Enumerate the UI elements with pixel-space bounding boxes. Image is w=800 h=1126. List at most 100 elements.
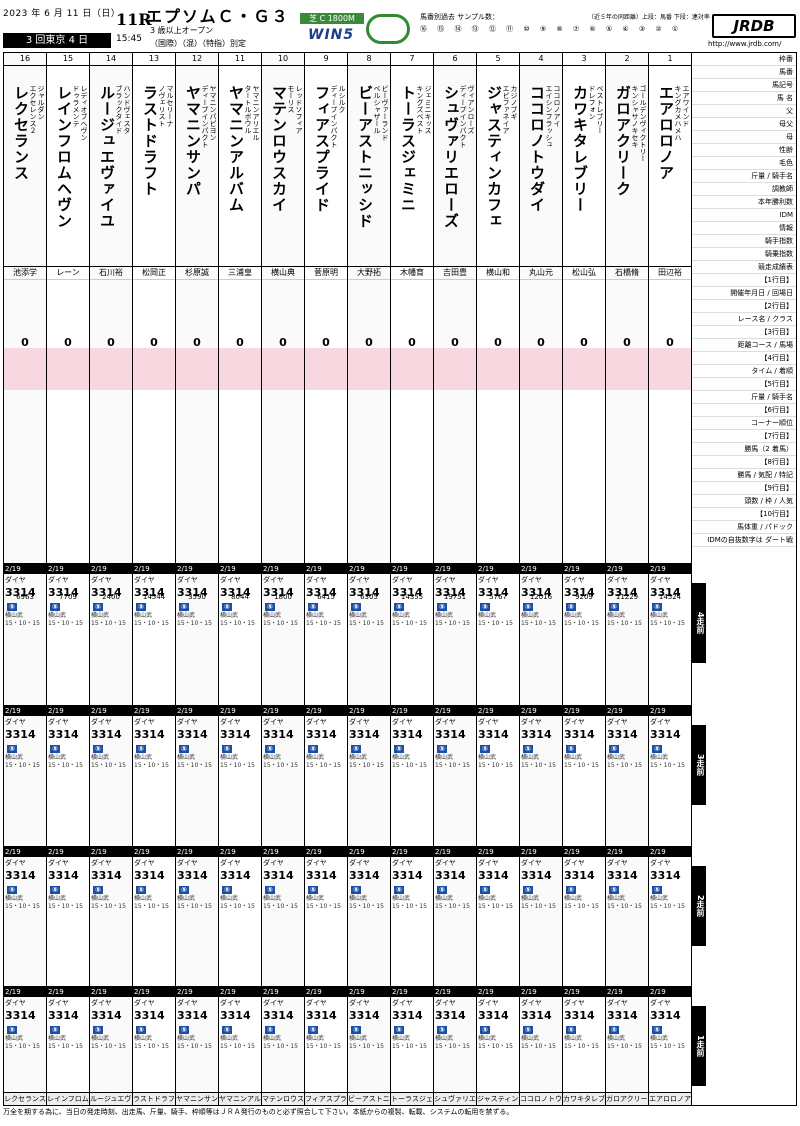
jrdb-url: http://www.jrdb.com/	[708, 40, 782, 48]
past-race-jockey: 横山武	[650, 895, 669, 902]
past-race-note: 15・10・15	[263, 620, 298, 627]
past-race-time: 3314⑤	[91, 869, 122, 894]
info-band	[219, 348, 261, 390]
past-race-time: 3314⑤	[564, 1009, 595, 1034]
legend-label: 開催年月日 / 回場日	[692, 287, 796, 300]
past-race-time: 3314⑤	[349, 869, 380, 894]
past-race-time: 3314⑤	[650, 586, 681, 611]
past-race-date: 2/19	[90, 706, 132, 716]
past-race-name: ダイヤ	[392, 576, 413, 584]
past-race-name: ダイヤ	[5, 718, 26, 726]
legend-label: 騎手指数	[692, 235, 796, 248]
past-race-note: 15・10・15	[220, 903, 255, 910]
past-race-jockey: 横山武	[48, 895, 67, 902]
past-race-time: 3314⑤	[5, 586, 36, 611]
past-race-note: 15・10・15	[48, 762, 83, 769]
horse-number: 14	[90, 53, 132, 66]
past-race-note: 15・10・15	[349, 762, 384, 769]
past-race-date: 2/19	[391, 847, 433, 857]
past-race-name: ダイヤ	[220, 576, 241, 584]
past-race-name: ダイヤ	[650, 718, 671, 726]
jockey-name: 池添学	[4, 266, 46, 280]
past-race-jockey: 横山武	[392, 1035, 411, 1042]
past-race-note: 15・10・15	[650, 620, 685, 627]
past-race-name: ダイヤ	[607, 859, 628, 867]
past-race-block: 2/19 ダイヤ 3314⑤ 横山武 15・10・15	[219, 986, 261, 1126]
past-race-name: ダイヤ	[650, 576, 671, 584]
bottom-horse-name: ジャスティンカフェ	[477, 1092, 519, 1105]
legend-label: 距離コース / 馬場	[692, 339, 796, 352]
past-race-note: 15・10・15	[392, 903, 427, 910]
past-race-date: 2/19	[606, 706, 648, 716]
horse-number: 2	[606, 53, 648, 66]
past-race-jockey: 横山武	[91, 612, 110, 619]
past-race-name: ダイヤ	[650, 999, 671, 1007]
past-race-block: 2/19 ダイヤ 3314⑤ 横山武 15・10・15	[391, 986, 433, 1126]
past-race-jockey: 横山武	[134, 612, 153, 619]
past-race-block: 2/19 ダイヤ 3314⑤ 横山武 15・10・15	[563, 563, 605, 703]
past-race-date: 2/19	[262, 847, 304, 857]
jockey-name: 横山典	[262, 266, 304, 280]
horse-column: 14 ルージュエヴァイユ ブラックタイド ハンドヴェスタ 石川裕 0 2400 …	[90, 53, 133, 1105]
past-race-block: 2/19 ダイヤ 3314⑤ 横山武 15・10・15	[133, 705, 175, 845]
past-race-block: 2/19 ダイヤ 3314⑤ 横山武 15・10・15	[563, 705, 605, 845]
past-race-time: 3314⑤	[134, 1009, 165, 1034]
past-race-block: 2/19 ダイヤ 3314⑤ 横山武 15・10・15	[4, 705, 46, 845]
past-race-note: 15・10・15	[349, 620, 384, 627]
past-race-time: 3314⑤	[134, 586, 165, 611]
horse-number: 15	[47, 53, 89, 66]
past-race-block: 2/19 ダイヤ 3314⑤ 横山武 15・10・15	[305, 986, 347, 1126]
past-race-note: 15・10・15	[5, 1043, 40, 1050]
finish-badge: ⑤	[523, 1026, 533, 1034]
past-race-block: 2/19 ダイヤ 3314⑤ 横山武 15・10・15	[606, 986, 648, 1126]
past-race-jockey: 横山武	[134, 895, 153, 902]
past-race-date: 2/19	[47, 564, 89, 574]
past-race-date: 2/19	[305, 847, 347, 857]
past-race-note: 15・10・15	[392, 1043, 427, 1050]
past-race-jockey: 横山武	[564, 612, 583, 619]
horse-column: 15 レインフロムヘヴン ドゥラメンテ レディオブヘヴン レーン 0 7709 …	[47, 53, 90, 1105]
past-race-jockey: 横山武	[48, 754, 67, 761]
legend-label: 【8行目】	[692, 456, 796, 469]
past-race-name: ダイヤ	[134, 859, 155, 867]
past-race-block: 2/19 ダイヤ 3314⑤ 横山武 15・10・15	[434, 563, 476, 703]
past-race-date: 2/19	[649, 847, 691, 857]
past-race-date: 2/19	[477, 706, 519, 716]
dam-name: レッドソフィア	[295, 85, 303, 134]
finish-badge: ⑤	[308, 745, 318, 753]
past-race-note: 15・10・15	[5, 762, 40, 769]
past-race-jockey: 横山武	[349, 754, 368, 761]
past-race-name: ダイヤ	[263, 718, 284, 726]
past-race-name: ダイヤ	[349, 859, 370, 867]
past-race-block: 2/19 ダイヤ 3314⑤ 横山武 15・10・15	[262, 705, 304, 845]
past-race-block: 2/19 ダイヤ 3314⑤ 横山武 15・10・15	[649, 846, 691, 986]
past-race-block: 2/19 ダイヤ 3314⑤ 横山武 15・10・15	[477, 846, 519, 986]
past-race-note: 15・10・15	[564, 903, 599, 910]
past-race-jockey: 横山武	[134, 1035, 153, 1042]
past-race-time: 3314⑤	[435, 586, 466, 611]
bottom-horse-name: ヤマニンアルバム	[219, 1092, 261, 1105]
past-race-time: 3314⑤	[392, 1009, 423, 1034]
track-oval-icon	[366, 14, 410, 44]
past-race-note: 15・10・15	[263, 1043, 298, 1050]
past-race-name: ダイヤ	[521, 576, 542, 584]
past-race-time: 3314⑤	[263, 728, 294, 753]
past-race-jockey: 横山武	[650, 754, 669, 761]
past-race-block: 2/19 ダイヤ 3314⑤ 横山武 15・10・15	[47, 846, 89, 986]
past-race-jockey: 横山武	[48, 1035, 67, 1042]
past-race-time: 3314⑤	[220, 728, 251, 753]
past-race-time: 3314⑤	[177, 869, 208, 894]
past-race-jockey: 横山武	[650, 612, 669, 619]
past-race-block: 2/19 ダイヤ 3314⑤ 横山武 15・10・15	[348, 986, 390, 1126]
past-race-section-label: 1走前	[692, 1006, 706, 1086]
finish-badge: ⑤	[351, 1026, 361, 1034]
past-race-block: 2/19 ダイヤ 3314⑤ 横山武 15・10・15	[262, 986, 304, 1126]
past-race-name: ダイヤ	[349, 576, 370, 584]
legend-label: 馬体重 / パドック	[692, 521, 796, 534]
past-race-note: 15・10・15	[521, 1043, 556, 1050]
dam-name: ココロノアイ	[553, 85, 561, 127]
finish-badge: ⑤	[222, 603, 232, 611]
past-race-note: 15・10・15	[177, 1043, 212, 1050]
past-race-date: 2/19	[434, 987, 476, 997]
legend-label: 【6行目】	[692, 404, 796, 417]
